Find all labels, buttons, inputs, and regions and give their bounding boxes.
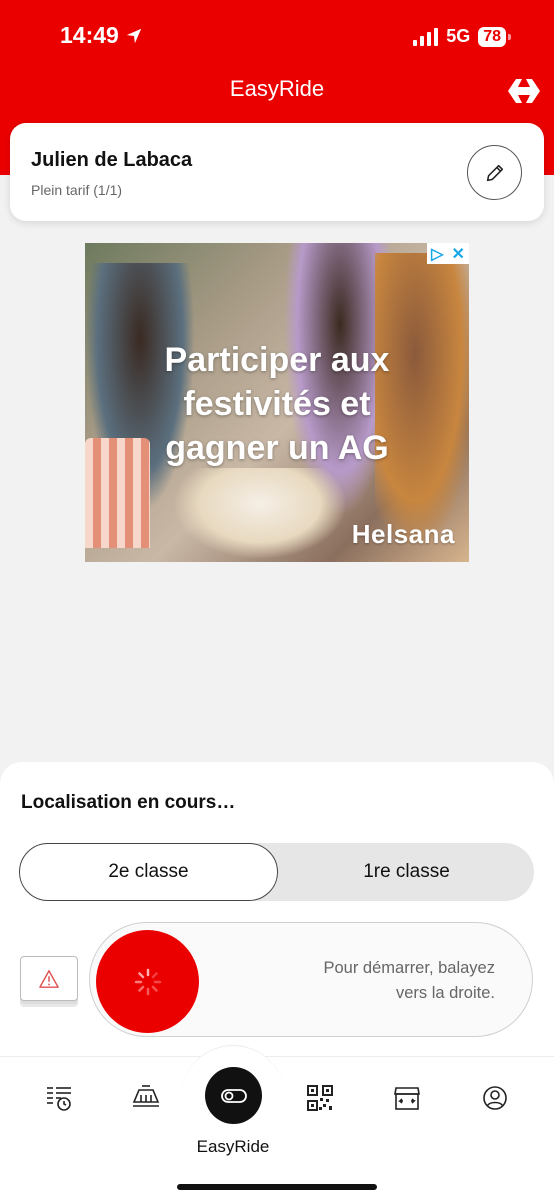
swipe-hint-line2: vers la droite. bbox=[395, 984, 495, 1002]
ad-photo-cake bbox=[175, 468, 345, 558]
class-selector[interactable]: 2e classe 1re classe bbox=[19, 843, 534, 901]
shop-icon[interactable] bbox=[392, 1083, 422, 1113]
ad-close-icon[interactable]: ✕ bbox=[452, 244, 465, 264]
page-title: EasyRide bbox=[229, 76, 325, 101]
ad-choices[interactable]: ▷ ✕ bbox=[427, 243, 469, 264]
location-arrow-icon bbox=[126, 28, 142, 43]
status-time: 14:49 bbox=[60, 22, 143, 49]
ride-sheet: Localisation en cours… 2e classe 1re cla… bbox=[0, 762, 554, 1062]
advertisement-banner[interactable]: Participer aux festivités et gagner un A… bbox=[85, 243, 469, 562]
ticket-warning-button[interactable] bbox=[20, 956, 78, 1001]
qr-code-icon[interactable] bbox=[305, 1083, 335, 1113]
ad-headline-line1: Participer aux bbox=[164, 341, 390, 379]
home-indicator bbox=[177, 1184, 377, 1190]
signal-icon bbox=[413, 27, 439, 46]
swipe-hint: Pour démarrer, balayez vers la droite. bbox=[265, 956, 495, 1006]
network-type: 5G bbox=[446, 26, 471, 46]
time-text: 14:49 bbox=[60, 22, 119, 48]
profile-icon[interactable] bbox=[480, 1083, 510, 1113]
ad-headline-line3: gagner un AG bbox=[165, 429, 389, 467]
profile-tariff: Plein tarif (1/1) bbox=[31, 182, 123, 198]
swipe-handle[interactable] bbox=[96, 930, 199, 1033]
profile-card: Julien de Labaca Plein tarif (1/1) bbox=[10, 123, 544, 221]
swipe-hint-line1: Pour démarrer, balayez bbox=[323, 959, 495, 977]
sbb-logo-icon[interactable] bbox=[506, 78, 542, 109]
ad-headline-line2: festivités et bbox=[183, 385, 371, 423]
status-indicators: 5G 78 bbox=[413, 26, 511, 47]
class-option-second[interactable]: 2e classe bbox=[19, 843, 278, 901]
location-status: Localisation en cours… bbox=[21, 792, 236, 813]
swipe-to-start-slider[interactable]: Pour démarrer, balayez vers la droite. bbox=[89, 922, 533, 1037]
ad-brand: Helsana bbox=[351, 519, 455, 549]
profile-name: Julien de Labaca bbox=[31, 149, 193, 171]
status-bar: 14:49 5G 78 bbox=[0, 0, 554, 75]
train-icon[interactable] bbox=[131, 1083, 161, 1113]
pencil-icon bbox=[486, 164, 503, 181]
easyride-tab-label[interactable]: EasyRide bbox=[180, 1137, 286, 1157]
ad-headline: Participer aux festivités et gagner un A… bbox=[85, 338, 469, 470]
edit-profile-button[interactable] bbox=[467, 145, 522, 200]
bottom-tab-bar: EasyRide bbox=[0, 1045, 554, 1200]
battery-icon: 78 bbox=[478, 26, 511, 47]
easyride-icon bbox=[220, 1088, 247, 1103]
class-option-first[interactable]: 1re classe bbox=[277, 843, 536, 901]
loading-spinner-icon bbox=[134, 968, 161, 995]
timetable-icon[interactable] bbox=[44, 1083, 74, 1113]
ad-info-icon[interactable]: ▷ bbox=[431, 244, 443, 264]
warning-icon bbox=[39, 969, 59, 988]
easyride-tab-button[interactable] bbox=[205, 1067, 262, 1124]
